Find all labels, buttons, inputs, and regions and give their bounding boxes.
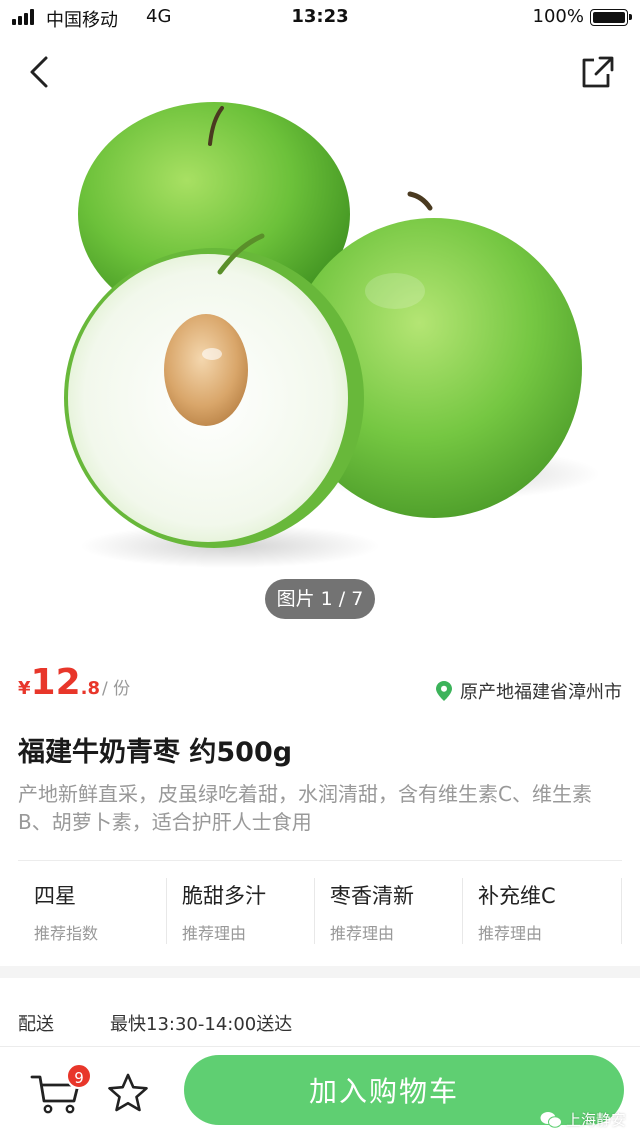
share-icon [582,56,614,88]
cart-count-badge: 9 [66,1063,92,1089]
origin-text: 原产地福建省漳州市 [460,682,622,703]
battery-icon [590,9,632,26]
product-title: 福建牛奶青枣 约500g [18,737,293,768]
bottom-action-bar: 9 加入购物车 上海静安 [0,1047,640,1138]
tag-subtitle: 推荐理由 [330,924,395,943]
delivery-row[interactable]: 配送 最快13:30-14:00送达 [18,1010,292,1036]
tag-subtitle: 推荐理由 [182,924,247,943]
watermark: 上海静安 [540,1109,626,1130]
location-pin-icon [436,681,452,701]
product-description: 产地新鲜直采，皮虽绿吃着甜，水润清甜，含有维生素C、维生素B、胡萝卜素，适合护肝… [18,782,592,834]
product-price: ¥12.8/ 份 [18,662,130,706]
favorite-button[interactable] [106,1071,150,1115]
price-integer: 12 [30,662,81,703]
delivery-time: 最快13:30-14:00送达 [110,1014,293,1035]
divider [18,860,622,861]
tag-title: 脆甜多汁 [182,884,266,908]
delivery-label: 配送 [18,1014,54,1035]
section-separator [0,966,640,978]
product-image[interactable] [0,96,640,640]
wechat-icon [540,1111,562,1128]
tag-reason-2: 枣香清新 推荐理由 [314,862,462,960]
share-button[interactable] [576,52,616,92]
tag-rating: 四星 推荐指数 [18,862,166,960]
tag-title: 枣香清新 [330,884,414,908]
back-button[interactable] [24,52,60,92]
star-icon [108,1073,148,1112]
tag-title: 补充维C [478,884,556,908]
image-page-indicator: 图片 1 / 7 [265,579,375,619]
tag-subtitle: 推荐指数 [34,924,99,943]
origin-info: 原产地福建省漳州市 [436,678,622,704]
chevron-left-icon [30,56,48,88]
watermark-text: 上海静安 [565,1111,626,1129]
battery-percent: 100% [532,6,584,27]
recommendation-tags: 四星 推荐指数 脆甜多汁 推荐理由 枣香清新 推荐理由 补充维C 推荐理由 [0,862,640,960]
jujube-illustration [64,102,600,568]
price-decimal: .8 [80,678,101,699]
tag-title: 四星 [34,884,76,908]
tag-subtitle: 推荐理由 [478,924,543,943]
status-bar: 中国移动 4G 13:23 100% [0,0,640,36]
price-currency: ¥ [18,678,31,699]
price-unit: / 份 [102,679,131,699]
tag-reason-1: 脆甜多汁 推荐理由 [166,862,314,960]
tag-reason-3: 补充维C 推荐理由 [462,862,622,960]
